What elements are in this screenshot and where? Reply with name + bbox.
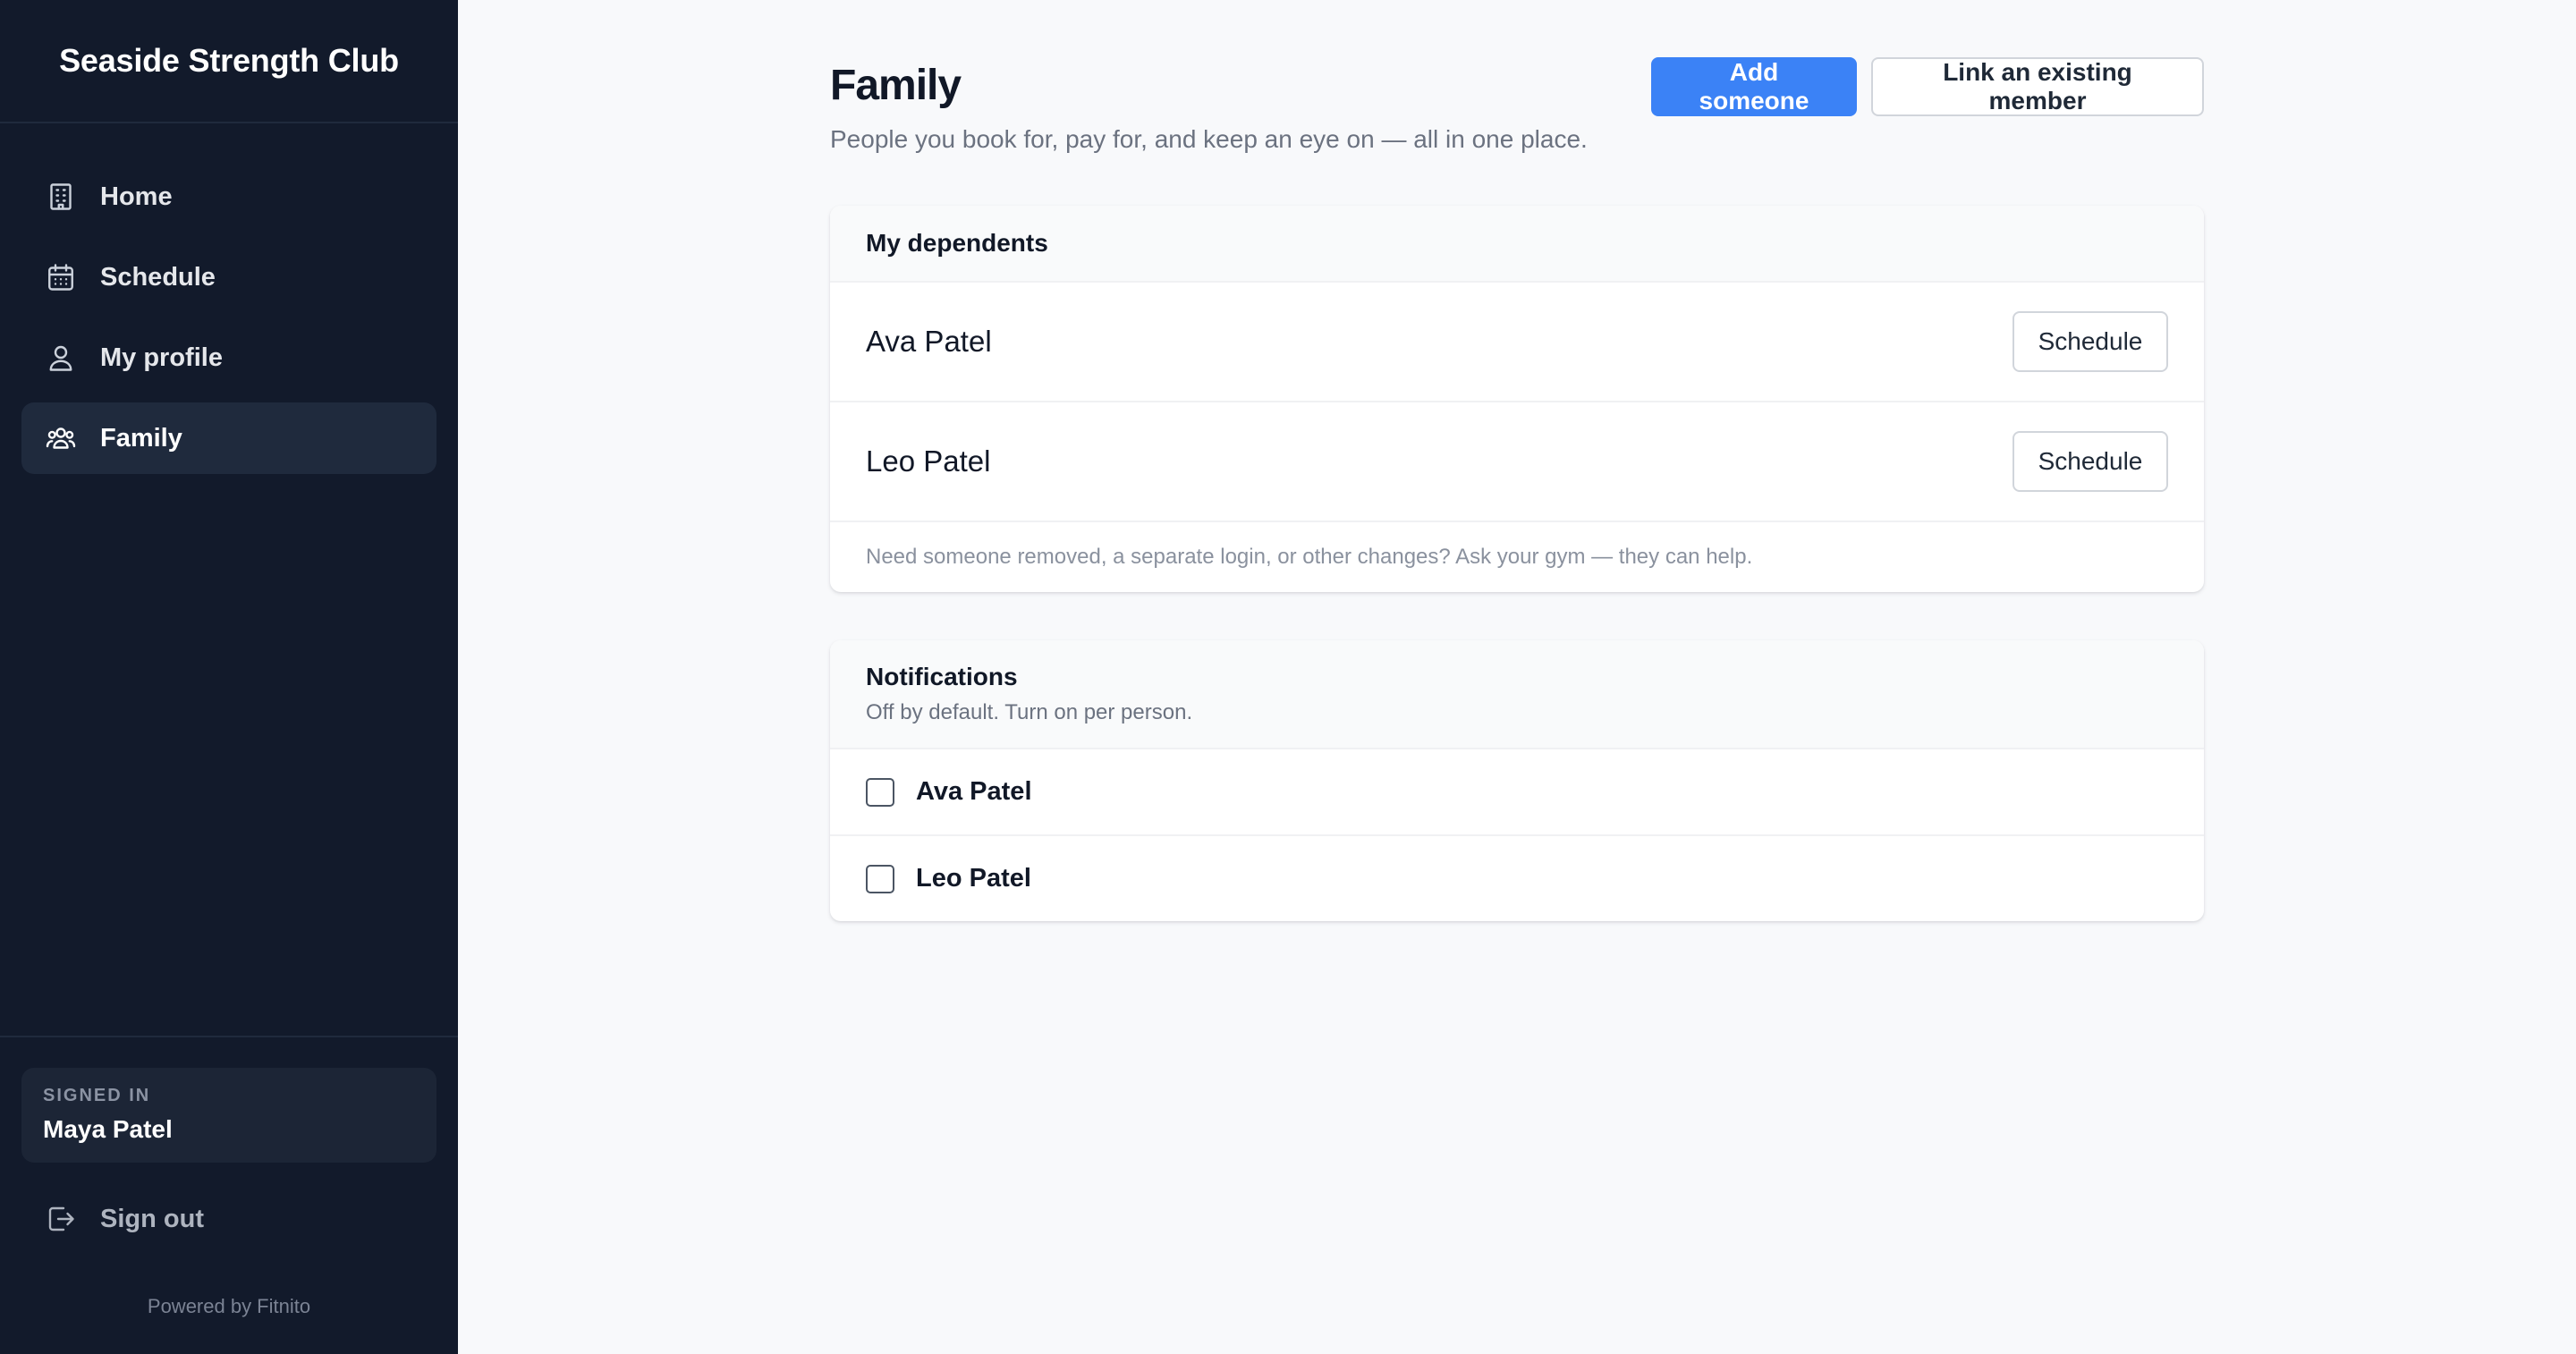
sign-out-label: Sign out <box>100 1204 204 1233</box>
notifications-header: Notifications Off by default. Turn on pe… <box>830 640 2204 748</box>
signed-in-user-name: Maya Patel <box>43 1115 173 1143</box>
main-content: Family People you book for, pay for, and… <box>830 0 2204 921</box>
page-subtitle: People you book for, pay for, and keep a… <box>830 125 1588 153</box>
schedule-button[interactable]: Schedule <box>2012 431 2168 492</box>
sidebar-footer: SIGNED IN Maya Patel Sign out Powered by… <box>0 1036 458 1354</box>
notification-person-name: Ava Patel <box>916 777 1032 806</box>
notification-person-name: Leo Patel <box>916 864 1031 893</box>
dependent-row: Leo Patel Schedule <box>830 401 2204 520</box>
sidebar-item-label: Home <box>100 182 173 211</box>
signed-in-card: SIGNED IN Maya Patel <box>21 1068 436 1163</box>
header-actions: Add someone Link an existing member <box>1651 57 2204 116</box>
calendar-icon <box>43 259 79 295</box>
dependent-row: Ava Patel Schedule <box>830 281 2204 401</box>
sidebar-item-family[interactable]: Family <box>21 402 436 474</box>
brand-name: Seaside Strength Club <box>0 0 458 123</box>
notification-checkbox[interactable] <box>866 777 894 807</box>
schedule-button[interactable]: Schedule <box>2012 311 2168 372</box>
sidebar-item-my-profile[interactable]: My profile <box>21 322 436 394</box>
building-icon <box>43 179 79 215</box>
dependents-header: My dependents <box>830 206 2204 281</box>
dependent-name: Leo Patel <box>866 444 991 478</box>
powered-by: Powered by Fitnito <box>147 1295 311 1317</box>
link-existing-member-button[interactable]: Link an existing member <box>1871 57 2204 116</box>
notification-checkbox[interactable] <box>866 864 894 893</box>
notifications-card: Notifications Off by default. Turn on pe… <box>830 640 2204 921</box>
notifications-title: Notifications <box>866 663 1018 690</box>
sign-out-button[interactable]: Sign out <box>21 1188 436 1250</box>
add-someone-button[interactable]: Add someone <box>1651 57 1857 116</box>
notification-row[interactable]: Ava Patel <box>830 748 2204 834</box>
users-icon <box>43 420 79 456</box>
sidebar-item-schedule[interactable]: Schedule <box>21 241 436 313</box>
dependent-name: Ava Patel <box>866 325 992 358</box>
sidebar-nav: Home Schedule My profile Family <box>0 123 458 474</box>
sidebar-item-label: My profile <box>100 343 223 372</box>
dependents-card: My dependents Ava Patel Schedule Leo Pat… <box>830 206 2204 592</box>
signed-in-label: SIGNED IN <box>43 1086 151 1105</box>
sidebar-item-label: Family <box>100 423 182 453</box>
sidebar-item-home[interactable]: Home <box>21 161 436 233</box>
page-title: Family <box>830 62 962 109</box>
notifications-subtitle: Off by default. Turn on per person. <box>866 700 1193 724</box>
user-icon <box>43 340 79 376</box>
sidebar-item-label: Schedule <box>100 262 216 292</box>
dependents-title: My dependents <box>866 229 1048 257</box>
page-header: Family People you book for, pay for, and… <box>830 0 2204 206</box>
sign-out-icon <box>43 1201 79 1237</box>
notification-row[interactable]: Leo Patel <box>830 834 2204 921</box>
dependents-help-note: Need someone removed, a separate login, … <box>830 520 2204 592</box>
sidebar: Seaside Strength Club Home Schedule My p… <box>0 0 458 1354</box>
